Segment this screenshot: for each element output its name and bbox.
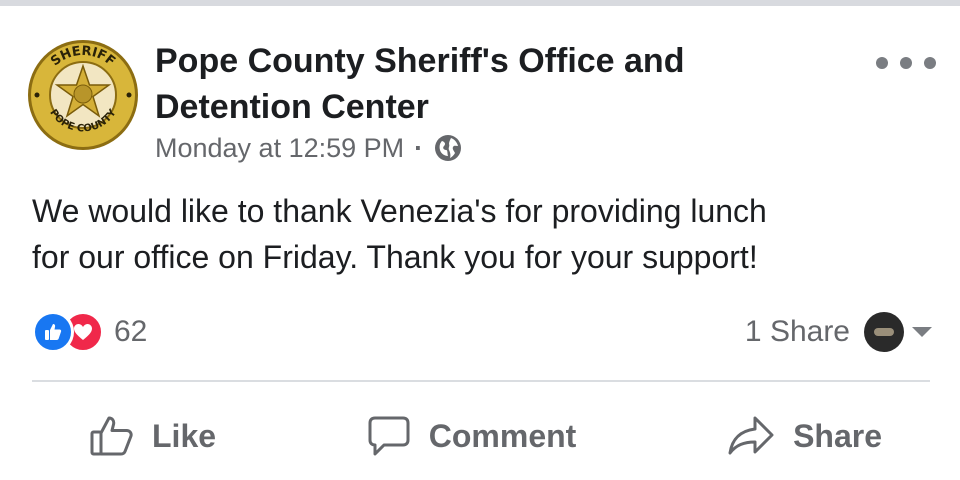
like-button[interactable]: Like	[90, 415, 216, 457]
shares-summary[interactable]: 1 Share	[745, 310, 932, 354]
share-button[interactable]: Share	[727, 415, 882, 457]
post-body-line1: We would like to thank Venezia's for pro…	[32, 193, 767, 229]
divider	[32, 380, 930, 382]
comment-label[interactable]: Comment	[429, 418, 577, 455]
post-body-line2: for our office on Friday. Thank you for …	[32, 239, 758, 275]
share-count[interactable]: 1 Share	[745, 315, 850, 349]
meta-separator: ·	[414, 132, 424, 163]
comment-bubble-icon	[368, 416, 410, 456]
globe-icon[interactable]	[433, 133, 463, 163]
post-meta: Monday at 12:59 PM ·	[155, 128, 463, 168]
more-options-button[interactable]	[876, 48, 936, 78]
like-label[interactable]: Like	[152, 418, 216, 455]
comment-button[interactable]: Comment	[367, 415, 577, 457]
viewer-avatar[interactable]	[864, 312, 904, 352]
more-dot-icon	[924, 57, 936, 69]
like-reaction-icon	[32, 311, 74, 353]
share-arrow-icon	[728, 416, 774, 455]
top-bar	[0, 0, 960, 6]
page-avatar[interactable]: SHERIFF POPE COUNTY	[26, 38, 140, 152]
post-body: We would like to thank Venezia's for pro…	[32, 188, 932, 280]
reactions-summary[interactable]: 62	[32, 311, 147, 353]
chevron-down-icon[interactable]	[912, 327, 932, 337]
action-bar: Like Comment Share	[32, 398, 930, 474]
page-name-line2[interactable]: Detention Center	[155, 84, 795, 130]
share-label[interactable]: Share	[793, 418, 882, 455]
thumbs-up-icon	[90, 416, 133, 456]
post-timestamp[interactable]: Monday at 12:59 PM	[155, 133, 404, 164]
reaction-count[interactable]: 62	[114, 315, 147, 349]
more-dot-icon	[876, 57, 888, 69]
page-name-line1[interactable]: Pope County Sheriff's Office and	[155, 38, 795, 84]
more-dot-icon	[900, 57, 912, 69]
page-name[interactable]: Pope County Sheriff's Office and Detenti…	[155, 38, 795, 130]
